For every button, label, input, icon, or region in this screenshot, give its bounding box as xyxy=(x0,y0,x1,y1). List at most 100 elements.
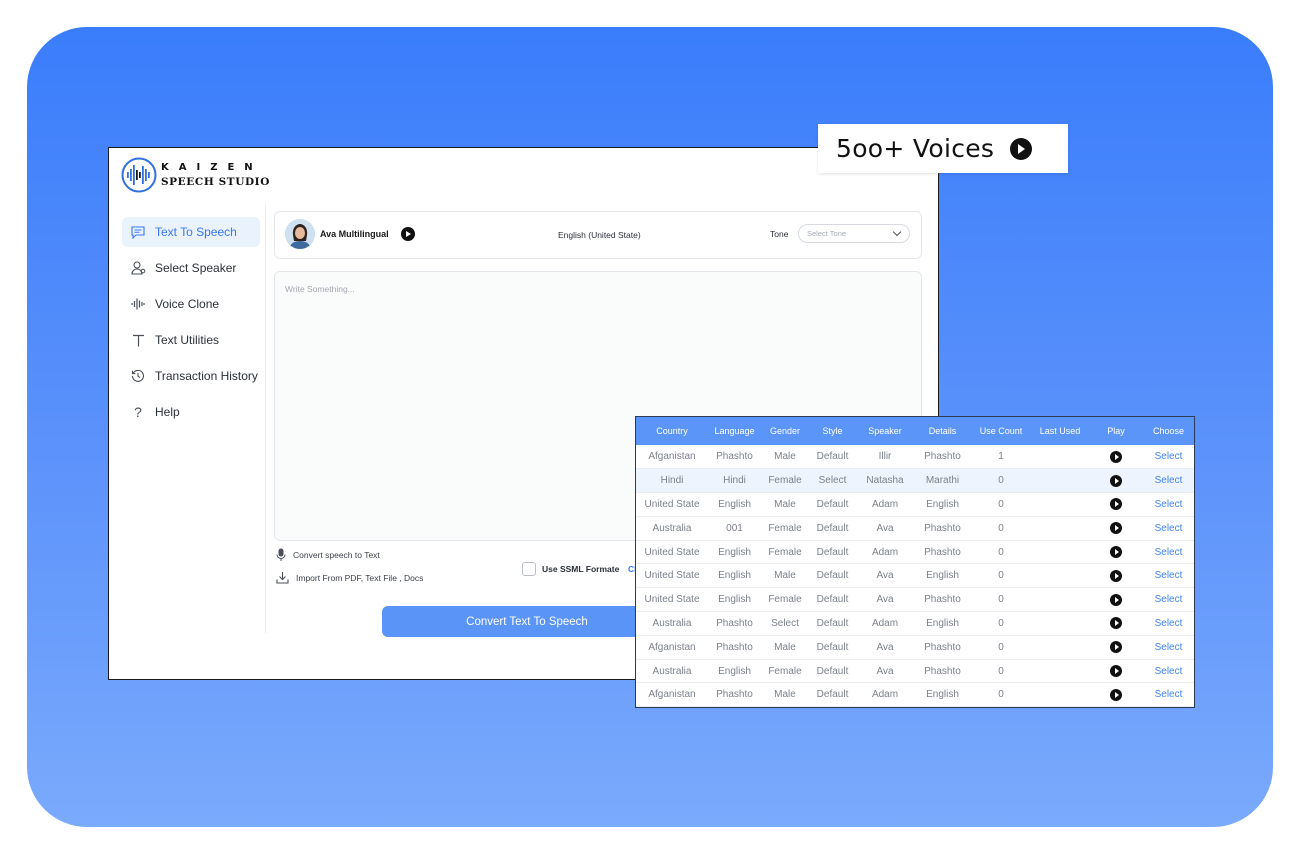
table-cell: Male xyxy=(761,682,809,707)
play-icon[interactable] xyxy=(1110,474,1122,487)
play-icon[interactable] xyxy=(1110,641,1122,654)
table-cell: Illir xyxy=(856,445,914,470)
sidebar-item-transaction-history[interactable]: Transaction History xyxy=(122,361,260,391)
play-icon[interactable] xyxy=(1110,522,1122,535)
select-voice-link[interactable]: Select xyxy=(1143,611,1194,636)
table-row[interactable]: United State English Female Default Adam Phas… xyxy=(636,540,1194,565)
voice-selector-bar: Ava Multilingual English (United State) … xyxy=(274,211,922,259)
table-row[interactable]: Australia Phashto Select Default Adam English… xyxy=(636,611,1194,636)
table-row[interactable]: Afganistan Phashto Male Default Ava Phashto 0 S… xyxy=(636,635,1194,660)
table-row[interactable]: United State English Female Default Ava Phash… xyxy=(636,587,1194,613)
table-cell: Phashto xyxy=(914,659,971,684)
table-cell: English xyxy=(708,492,761,517)
convert-text-to-speech-button[interactable]: Convert Text To Speech xyxy=(382,606,672,637)
play-icon[interactable] xyxy=(1110,450,1122,463)
chat-icon xyxy=(130,224,146,240)
table-row[interactable]: Afganistan Phashto Male Default Adam English 0… xyxy=(636,682,1194,707)
select-voice-link[interactable]: Select xyxy=(1143,587,1194,613)
tone-select[interactable]: Select Tone xyxy=(798,224,910,243)
sidebar-item-text-utilities[interactable]: Text Utilities xyxy=(122,325,260,355)
select-voice-link[interactable]: Select xyxy=(1143,635,1194,660)
table-cell: Default xyxy=(809,492,856,517)
play-icon[interactable] xyxy=(1110,593,1122,606)
table-cell: Default xyxy=(809,540,856,565)
column-header: Choose xyxy=(1152,426,1185,436)
table-cell xyxy=(1031,635,1089,660)
table-row[interactable]: Afganistan Phashto Male Default Illir Phashto… xyxy=(636,445,1194,470)
table-cell xyxy=(1031,468,1089,494)
table-cell: Australia xyxy=(636,516,708,541)
play-cell xyxy=(1089,611,1143,636)
table-cell: Phashto xyxy=(708,682,761,707)
voices-table: Country Language Gender Style Speaker Details… xyxy=(636,417,1194,707)
table-cell: English xyxy=(914,563,971,589)
play-icon[interactable] xyxy=(1110,498,1122,511)
table-cell: English xyxy=(708,659,761,684)
select-voice-link[interactable]: Select xyxy=(1143,540,1194,565)
column-header: Country xyxy=(656,426,688,436)
table-row[interactable]: United State English Male Default Ava English… xyxy=(636,563,1194,589)
sidebar-item-select-speaker[interactable]: Select Speaker xyxy=(122,253,260,283)
table-cell: Female xyxy=(761,468,809,494)
sidebar-item-voice-clone[interactable]: Voice Clone xyxy=(122,289,260,319)
select-voice-link[interactable]: Select xyxy=(1143,659,1194,684)
select-voice-link[interactable]: Select xyxy=(1143,445,1194,470)
column-header: Style xyxy=(822,426,843,436)
voice-preview-play-icon[interactable] xyxy=(401,227,415,241)
brand-logo: KAIZEN SPEECH STUDIO xyxy=(121,157,270,193)
table-cell: 0 xyxy=(971,540,1031,565)
chevron-down-icon xyxy=(892,227,902,237)
logo-subtitle: SPEECH STUDIO xyxy=(161,175,270,188)
table-cell: 0 xyxy=(971,587,1031,613)
select-voice-link[interactable]: Select xyxy=(1143,492,1194,517)
play-icon[interactable] xyxy=(1010,137,1033,160)
table-cell: Adam xyxy=(856,492,914,517)
voice-language: English (United State) xyxy=(558,230,641,240)
table-cell: Default xyxy=(809,563,856,589)
table-cell: Ava xyxy=(856,563,914,589)
play-icon[interactable] xyxy=(1110,617,1122,630)
sidebar-item-help[interactable]: ? Help xyxy=(122,397,260,427)
ssml-checkbox[interactable] xyxy=(522,562,536,576)
table-cell: Adam xyxy=(856,611,914,636)
table-cell: Australia xyxy=(636,659,708,684)
table-cell: Phashto xyxy=(708,611,761,636)
table-cell: Default xyxy=(809,587,856,613)
select-voice-link[interactable]: Select xyxy=(1143,516,1194,541)
ssml-option: Use SSML Formate xyxy=(522,562,619,576)
tone-label: Tone xyxy=(770,229,789,239)
table-cell: Default xyxy=(809,445,856,470)
table-cell xyxy=(1031,492,1089,517)
table-row[interactable]: Hindi Hindi Female Select Natasha Marathi 0 Sel… xyxy=(636,468,1194,494)
table-cell: Male xyxy=(761,492,809,517)
table-cell: English xyxy=(708,587,761,613)
table-cell: Phashto xyxy=(914,540,971,565)
select-voice-link[interactable]: Select xyxy=(1143,682,1194,707)
table-row[interactable]: Australia English Female Default Ava Phashto 0… xyxy=(636,659,1194,684)
table-cell: 0 xyxy=(971,659,1031,684)
table-cell: Hindi xyxy=(708,468,761,494)
play-icon[interactable] xyxy=(1110,665,1122,678)
table-body: Afganistan Phashto Male Default Illir Phashto… xyxy=(636,445,1194,707)
play-icon[interactable] xyxy=(1110,569,1122,582)
logo-waveform-icon xyxy=(121,157,157,193)
select-voice-link[interactable]: Select xyxy=(1143,468,1194,494)
table-row[interactable]: Australia 001 Female Default Ava Phashto 0 Sele… xyxy=(636,516,1194,541)
select-voice-link[interactable]: Select xyxy=(1143,563,1194,589)
table-row[interactable]: United State English Male Default Adam Englis… xyxy=(636,492,1194,517)
play-icon[interactable] xyxy=(1110,546,1122,559)
play-cell xyxy=(1089,492,1143,517)
table-cell: United State xyxy=(636,587,708,613)
sidebar-item-text-to-speech[interactable]: Text To Speech xyxy=(122,217,260,247)
play-icon[interactable] xyxy=(1110,688,1122,701)
table-cell: Ava xyxy=(856,516,914,541)
play-cell xyxy=(1089,587,1143,613)
import-file-button[interactable]: Import From PDF, Text File , Docs xyxy=(276,571,423,584)
table-cell: Phashto xyxy=(708,635,761,660)
table-cell: Natasha xyxy=(856,468,914,494)
import-label: Import From PDF, Text File , Docs xyxy=(296,572,424,583)
table-cell: 1 xyxy=(971,445,1031,470)
table-cell: United State xyxy=(636,540,708,565)
convert-speech-to-text-button[interactable]: Convert speech to Text xyxy=(276,548,380,562)
table-cell xyxy=(1031,682,1089,707)
